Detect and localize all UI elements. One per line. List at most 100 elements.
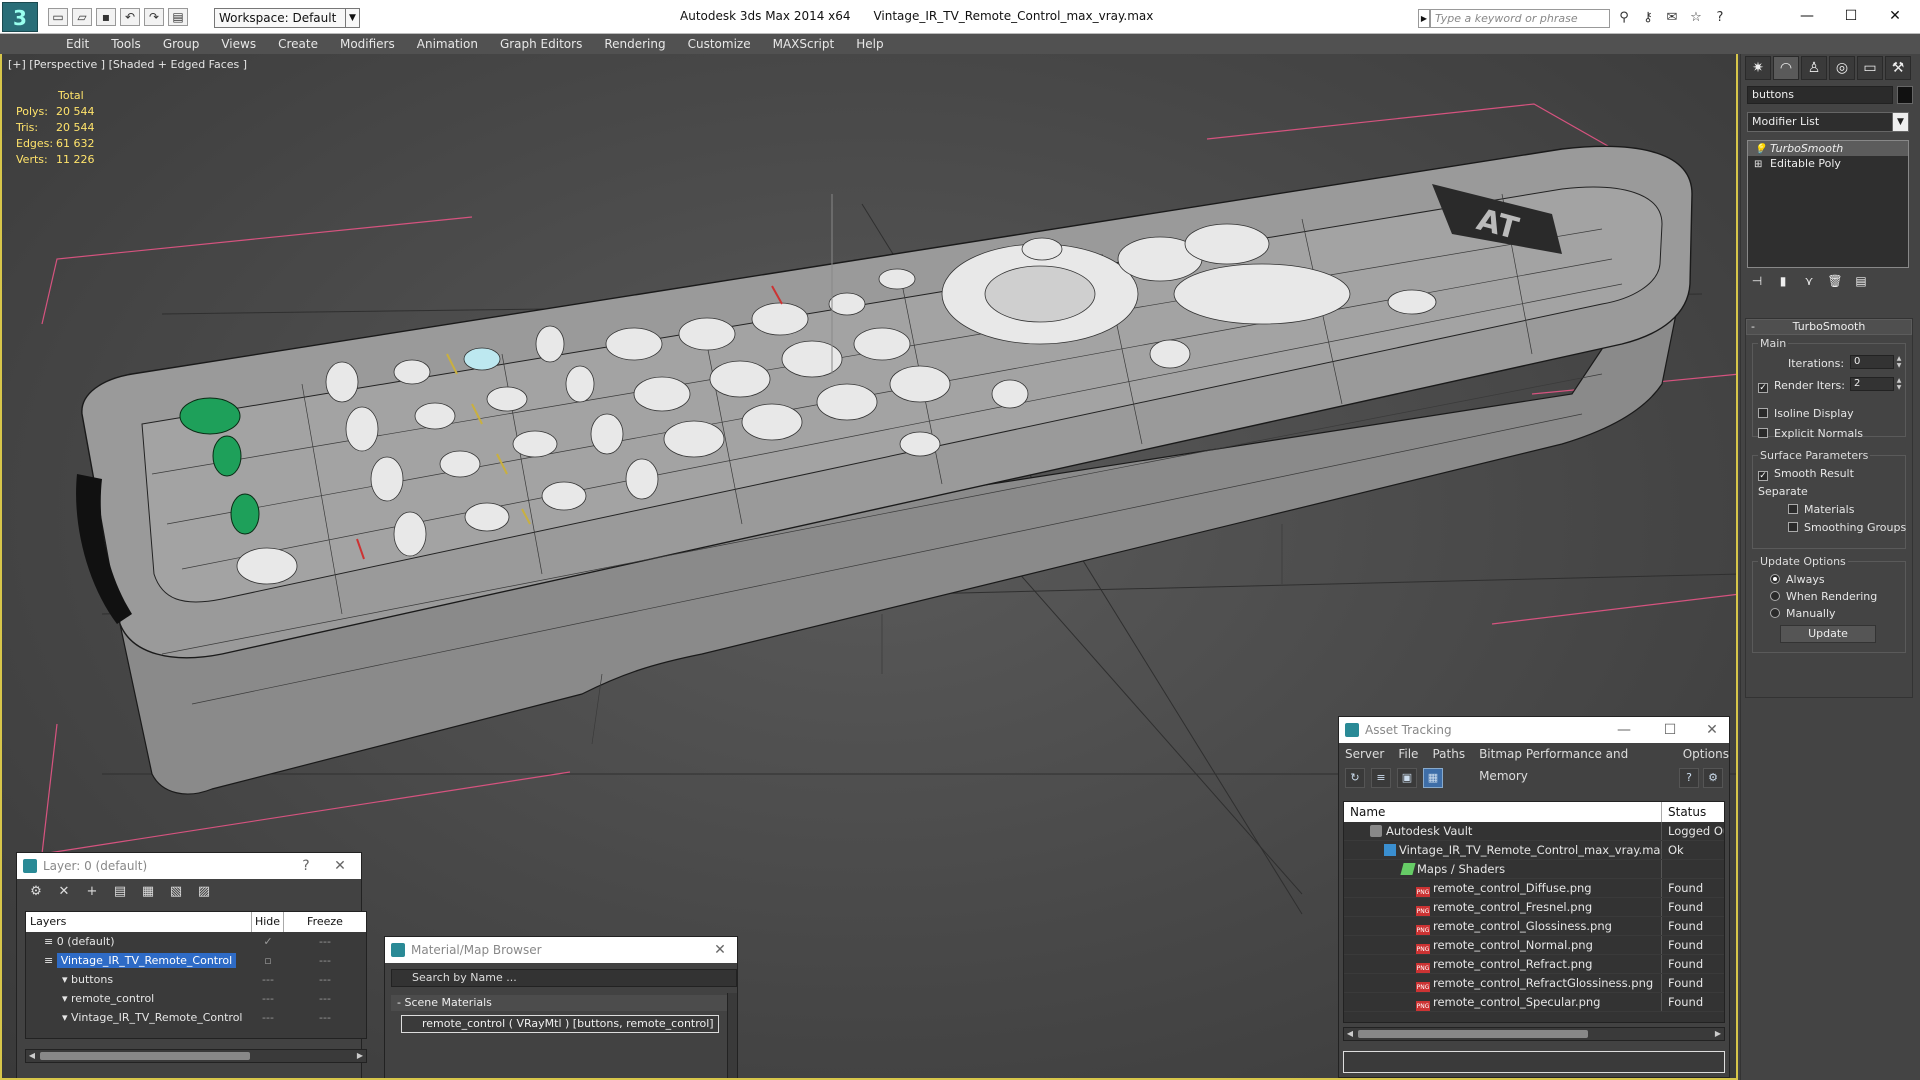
layer-row[interactable]: ▾ remote_control --- --- <box>26 989 366 1008</box>
freeze-toggle[interactable]: --- <box>284 951 366 970</box>
table-row[interactable]: PNG remote_control_Glossiness.png Found <box>1344 917 1724 936</box>
hide-toggle[interactable]: --- <box>252 970 284 989</box>
always-radio[interactable] <box>1770 574 1780 584</box>
menu-maxscript[interactable]: MAXScript <box>762 34 846 54</box>
refresh-icon[interactable]: ↻ <box>1345 768 1365 788</box>
when-rendering-radio[interactable] <box>1770 591 1780 601</box>
configure-sets-icon[interactable]: ▤ <box>1851 272 1871 290</box>
binoculars-icon[interactable]: ⚲ <box>1614 9 1634 28</box>
table-row[interactable]: PNG remote_control_Refract.png Found <box>1344 955 1724 974</box>
make-unique-icon[interactable]: ⋎ <box>1799 272 1819 290</box>
minimize-button[interactable]: — <box>1609 717 1639 743</box>
new-file-icon[interactable]: ▭ <box>48 8 68 26</box>
col-hide[interactable]: Hide <box>252 912 284 932</box>
menu-create[interactable]: Create <box>267 34 329 54</box>
search-expand-icon[interactable]: ▶ <box>1418 9 1430 28</box>
table-row[interactable]: PNG remote_control_Normal.png Found <box>1344 936 1724 955</box>
turbosmooth-rollout-header[interactable]: - TurboSmooth <box>1746 319 1912 335</box>
scroll-thumb[interactable] <box>1358 1030 1588 1038</box>
menu-server[interactable]: Server <box>1345 743 1384 765</box>
settings-icon[interactable]: ⚙ <box>1703 768 1723 788</box>
table-row[interactable]: PNG remote_control_Fresnel.png Found <box>1344 898 1724 917</box>
hide-all-layers-icon[interactable]: ▨ <box>193 882 215 902</box>
search-input[interactable]: Type a keyword or phrase <box>1430 9 1610 28</box>
remove-modifier-icon[interactable]: 🗑 <box>1825 272 1845 290</box>
menu-animation[interactable]: Animation <box>406 34 489 54</box>
smooth-result-row[interactable]: ✓ Smooth Result <box>1758 467 1854 481</box>
project-folder-icon[interactable]: ▤ <box>168 8 188 26</box>
materials-checkbox[interactable] <box>1788 504 1798 514</box>
freeze-toggle[interactable]: --- <box>284 970 366 989</box>
menu-modifiers[interactable]: Modifiers <box>329 34 406 54</box>
layer-window-header[interactable]: Layer: 0 (default) ? ✕ <box>17 853 361 879</box>
scroll-thumb[interactable] <box>40 1052 250 1060</box>
asset-tracking-header[interactable]: Asset Tracking — ☐ ✕ <box>1339 717 1729 743</box>
scene-materials-group[interactable]: - Scene Materials <box>391 995 729 1011</box>
menu-group[interactable]: Group <box>152 34 211 54</box>
always-row[interactable]: Always <box>1770 573 1825 586</box>
stack-item-editable-poly[interactable]: ⊞ Editable Poly <box>1748 156 1908 171</box>
explicit-normals-checkbox[interactable] <box>1758 428 1768 438</box>
scroll-left-icon[interactable]: ◀ <box>26 1050 38 1062</box>
scroll-left-icon[interactable]: ◀ <box>1344 1028 1356 1040</box>
open-file-icon[interactable]: ▱ <box>72 8 92 26</box>
col-status[interactable]: Status <box>1662 802 1724 822</box>
col-freeze[interactable]: Freeze <box>284 912 366 932</box>
close-button[interactable]: ✕ <box>1697 717 1727 743</box>
maximize-button[interactable]: ☐ <box>1828 4 1874 28</box>
show-end-result-icon[interactable]: ▮ <box>1773 272 1793 290</box>
asset-horizontal-scrollbar[interactable]: ◀ ▶ <box>1343 1027 1725 1041</box>
table-row[interactable]: PNG remote_control_Specular.png Found <box>1344 993 1724 1012</box>
freeze-toggle[interactable]: --- <box>284 1008 366 1027</box>
undo-icon[interactable]: ↶ <box>120 8 140 26</box>
freeze-toggle[interactable]: --- <box>284 932 366 951</box>
help-icon[interactable]: ? <box>1679 768 1699 788</box>
col-layers[interactable]: Layers <box>26 912 252 932</box>
render-iters-row[interactable]: ✓ Render Iters: <box>1758 379 1845 393</box>
app-logo[interactable]: 3 <box>2 2 38 32</box>
lightbulb-icon[interactable]: 💡 <box>1754 142 1766 157</box>
asset-path-field[interactable] <box>1343 1051 1725 1073</box>
utilities-tab-icon[interactable]: ⚒ <box>1885 56 1911 80</box>
table-view-icon[interactable]: ▦ <box>1423 768 1443 788</box>
modify-tab-icon[interactable]: ◠ <box>1773 56 1799 80</box>
hide-toggle[interactable]: --- <box>252 1008 284 1027</box>
create-tab-icon[interactable]: ✷ <box>1745 56 1771 80</box>
iterations-spinner[interactable]: 0 <box>1850 355 1894 369</box>
help-icon[interactable]: ? <box>1710 9 1730 28</box>
workspace-dropdown[interactable]: Workspace: Default ▼ <box>214 8 360 28</box>
key-icon[interactable]: ⚷ <box>1638 9 1658 28</box>
expand-icon[interactable]: ⊞ <box>1754 157 1762 172</box>
materials-row[interactable]: Materials <box>1788 503 1854 516</box>
layer-row[interactable]: ≡ 0 (default) ✓ --- <box>26 932 366 951</box>
viewport-label[interactable]: [+] [Perspective ] [Shaded + Edged Faces… <box>8 58 247 71</box>
manually-radio[interactable] <box>1770 608 1780 618</box>
list-view-icon[interactable]: ≡ <box>1371 768 1391 788</box>
close-button[interactable]: ✕ <box>705 937 735 963</box>
maximize-button[interactable]: ☐ <box>1655 717 1685 743</box>
when-rendering-row[interactable]: When Rendering <box>1770 590 1877 603</box>
update-button[interactable]: Update <box>1780 625 1876 643</box>
smoothing-groups-row[interactable]: Smoothing Groups <box>1788 521 1906 534</box>
scroll-right-icon[interactable]: ▶ <box>354 1050 366 1062</box>
menu-edit[interactable]: Edit <box>55 34 100 54</box>
hide-toggle[interactable]: ✓ <box>252 932 284 951</box>
explicit-normals-row[interactable]: Explicit Normals <box>1758 427 1863 440</box>
layer-row[interactable]: ▾ buttons --- --- <box>26 970 366 989</box>
pin-stack-icon[interactable]: ⊣ <box>1747 272 1767 290</box>
thumbnail-view-icon[interactable]: ▣ <box>1397 768 1417 788</box>
isoline-checkbox[interactable] <box>1758 408 1768 418</box>
help-button[interactable]: ? <box>291 853 321 879</box>
table-row[interactable]: PNG remote_control_Diffuse.png Found <box>1344 879 1724 898</box>
material-browser-header[interactable]: Material/Map Browser ✕ <box>385 937 737 963</box>
hide-toggle[interactable]: --- <box>252 989 284 1008</box>
col-name[interactable]: Name <box>1344 802 1662 822</box>
hide-toggle[interactable]: ▫ <box>252 951 284 970</box>
perspective-viewport[interactable]: AT [+] [Perspective] [Shaded + Edged Fa… <box>0 54 1738 1080</box>
add-layer-icon[interactable]: + <box>81 882 103 902</box>
highlight-layer-icon[interactable]: ▧ <box>165 882 187 902</box>
menu-graph-editors[interactable]: Graph Editors <box>489 34 593 54</box>
minimize-button[interactable]: — <box>1784 4 1830 28</box>
modifier-list-dropdown[interactable]: Modifier List ▼ <box>1747 112 1909 132</box>
display-tab-icon[interactable]: ▭ <box>1857 56 1883 80</box>
